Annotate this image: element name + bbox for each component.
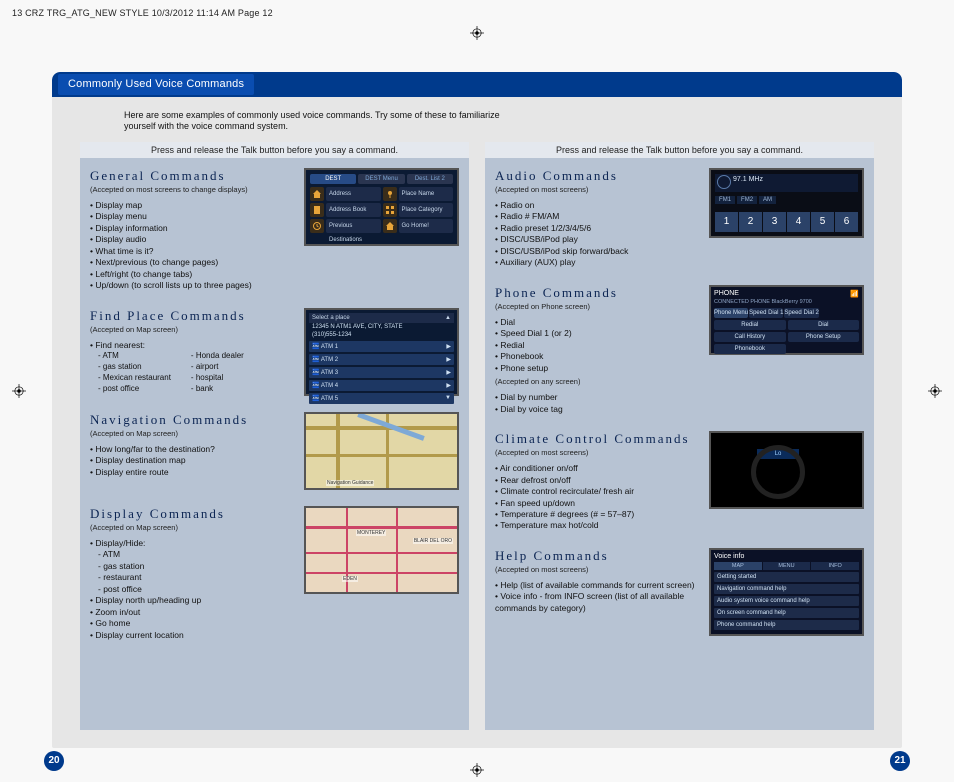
title-bar: Commonly Used Voice Commands (52, 72, 902, 97)
nav-list: How long/far to the destination?Display … (90, 444, 294, 478)
find-list: Find nearest: ATMgas stationMexican rest… (90, 340, 294, 395)
display-sub: (Accepted on Map screen) (90, 523, 294, 532)
registration-mark-top (470, 26, 484, 40)
talk-instruction-right: Press and release the Talk button before… (485, 142, 874, 158)
section-display: Display Commands (Accepted on Map screen… (90, 506, 459, 641)
section-find-place: Find Place Commands (Accepted on Map scr… (90, 308, 459, 396)
climate-list: Air conditioner on/offRear defrost on/of… (495, 463, 699, 532)
registration-mark-right (928, 384, 942, 398)
thumb-voice-info: Voice info MAPMENUINFO Getting started N… (709, 548, 864, 636)
left-column: Press and release the Talk button before… (80, 142, 469, 730)
phone-list-1: DialSpeed Dial 1 (or 2)RedialPhonebookPh… (495, 317, 699, 374)
nav-title: Navigation Commands (90, 412, 294, 428)
phone-sub-2: (Accepted on any screen) (495, 377, 699, 386)
help-sub: (Accepted on most screens) (495, 565, 699, 574)
history-icon (310, 219, 324, 233)
title-tab: Commonly Used Voice Commands (58, 74, 254, 95)
phone-list-2: Dial by numberDial by voice tag (495, 392, 699, 415)
thumb-phone: PHONE📶 CONNECTED PHONE BlackBerry 9700 P… (709, 285, 864, 355)
display-title: Display Commands (90, 506, 294, 522)
audio-sub: (Accepted on most screens) (495, 185, 699, 194)
intro-text: Here are some examples of commonly used … (124, 110, 504, 133)
section-help: Help Commands (Accepted on most screens)… (495, 548, 864, 636)
section-phone: Phone Commands (Accepted on Phone screen… (495, 285, 864, 415)
right-column: Press and release the Talk button before… (485, 142, 874, 730)
audio-list: Radio onRadio # FM/AMRadio preset 1/2/3/… (495, 200, 699, 269)
thumb-display-map: MONTEREY BLAIR DEL ORO EDEN (304, 506, 459, 594)
thumb-climate: Lo (709, 431, 864, 509)
place-icon (383, 187, 397, 201)
book-icon (310, 203, 324, 217)
climate-title: Climate Control Commands (495, 431, 699, 447)
talk-instruction-left: Press and release the Talk button before… (80, 142, 469, 158)
gohome-icon (383, 219, 397, 233)
home-icon (310, 187, 324, 201)
section-audio: Audio Commands (Accepted on most screens… (495, 168, 864, 269)
thumb-dest-menu: DESTDEST MenuDest. List 2 Address Place … (304, 168, 459, 246)
print-header-line: 13 CRZ TRG_ATG_NEW STYLE 10/3/2012 11:14… (12, 8, 273, 18)
phone-title: Phone Commands (495, 285, 699, 301)
page-number-left: 20 (44, 751, 64, 771)
thumb-nav-map: Navigation Guidance (304, 412, 459, 490)
two-column-area: Press and release the Talk button before… (80, 142, 874, 730)
find-title: Find Place Commands (90, 308, 294, 324)
section-climate: Climate Control Commands (Accepted on mo… (495, 431, 864, 532)
help-title: Help Commands (495, 548, 699, 564)
thumb-audio: 97.1 MHz FM1FM2AM 123456 (709, 168, 864, 238)
climate-sub: (Accepted on most screens) (495, 448, 699, 457)
help-list: Help (list of available commands for cur… (495, 580, 699, 614)
page-number-right: 21 (890, 751, 910, 771)
display-list: Display/Hide: ATMgas stationrestaurantpo… (90, 538, 294, 641)
registration-mark-left (12, 384, 26, 398)
general-sub: (Accepted on most screens to change disp… (90, 185, 294, 194)
general-list: Display mapDisplay menuDisplay informati… (90, 200, 294, 292)
category-icon (383, 203, 397, 217)
nav-sub: (Accepted on Map screen) (90, 429, 294, 438)
document-card: Commonly Used Voice Commands Here are so… (52, 72, 902, 748)
section-general: General Commands (Accepted on most scree… (90, 168, 459, 292)
thumb-select-place: Select a place▲ 12345 N ATM1 AVE, CITY, … (304, 308, 459, 396)
general-title: General Commands (90, 168, 294, 184)
phone-sub: (Accepted on Phone screen) (495, 302, 699, 311)
audio-title: Audio Commands (495, 168, 699, 184)
section-navigation: Navigation Commands (Accepted on Map scr… (90, 412, 459, 490)
find-sub: (Accepted on Map screen) (90, 325, 294, 334)
registration-mark-bottom (470, 763, 484, 777)
